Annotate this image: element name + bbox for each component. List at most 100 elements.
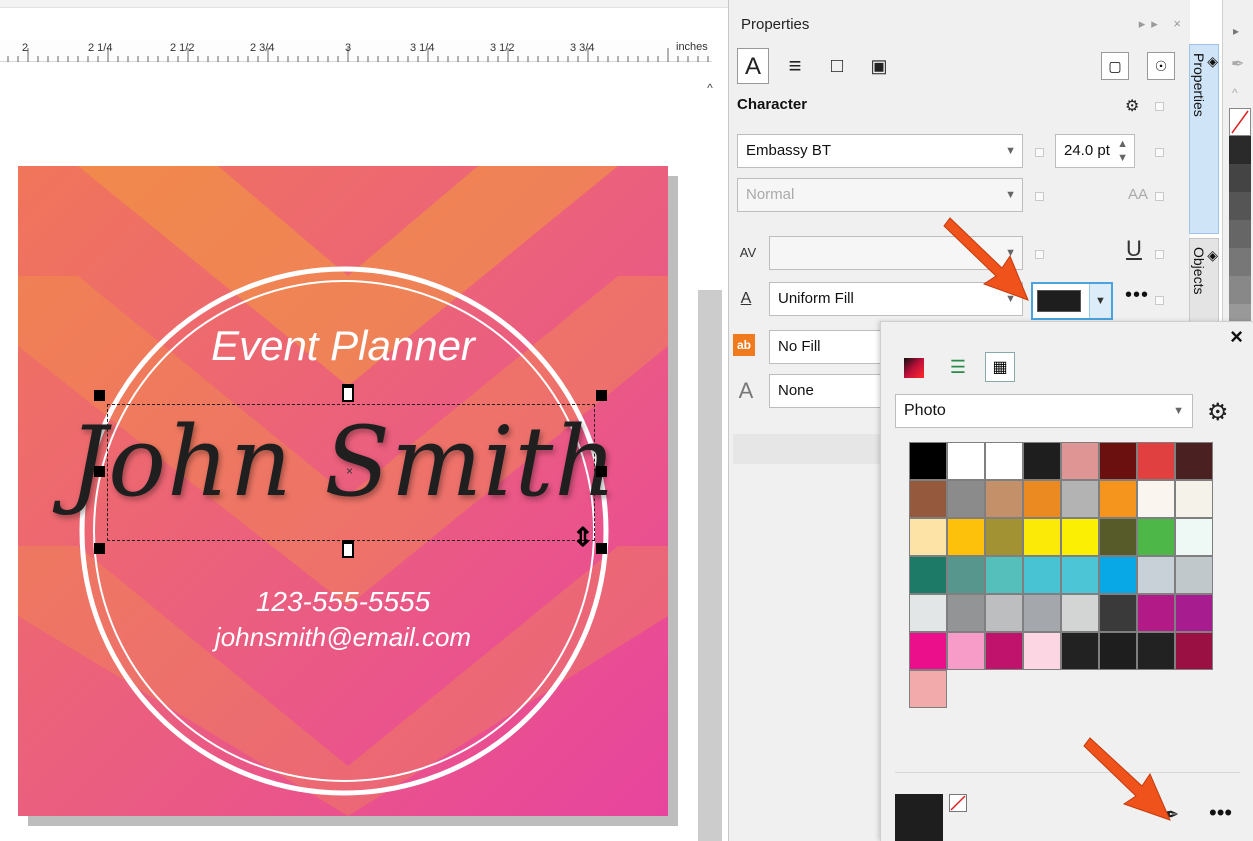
- color-swatch[interactable]: [1137, 518, 1175, 556]
- strip-color-swatch[interactable]: [1229, 220, 1251, 248]
- color-swatch[interactable]: [1023, 480, 1061, 518]
- fill-color-picker-button[interactable]: ▼: [1031, 282, 1113, 320]
- color-viewers-icon[interactable]: [899, 352, 929, 382]
- color-swatch[interactable]: [1175, 632, 1213, 670]
- checkbox[interactable]: [1155, 250, 1164, 259]
- color-swatch[interactable]: [1061, 556, 1099, 594]
- color-swatch[interactable]: [1137, 442, 1175, 480]
- color-swatch[interactable]: [1137, 480, 1175, 518]
- strip-color-swatch[interactable]: [1229, 192, 1251, 220]
- section-settings-icon[interactable]: ⚙: [1125, 96, 1139, 116]
- color-swatch[interactable]: [909, 670, 947, 708]
- color-swatch[interactable]: [985, 480, 1023, 518]
- checkbox[interactable]: [1155, 192, 1164, 201]
- resize-handle-top-right[interactable]: [596, 390, 607, 401]
- color-swatch[interactable]: [1023, 556, 1061, 594]
- color-swatch[interactable]: [1061, 594, 1099, 632]
- underline-icon[interactable]: U: [1121, 236, 1147, 262]
- gear-icon[interactable]: ⚙: [1207, 398, 1229, 427]
- chevron-up-icon[interactable]: ^: [1232, 86, 1238, 100]
- resize-handle-middle-right[interactable]: [596, 466, 607, 477]
- outline-select[interactable]: None: [769, 374, 889, 408]
- color-swatch[interactable]: [1099, 442, 1137, 480]
- strip-color-swatch[interactable]: [1229, 108, 1251, 136]
- strip-color-swatch[interactable]: [1229, 136, 1251, 164]
- palette-select[interactable]: Photo ▼: [895, 394, 1193, 428]
- color-swatch[interactable]: [1175, 480, 1213, 518]
- vertical-scrollbar[interactable]: [698, 290, 722, 841]
- kerning-handle-bottom[interactable]: [342, 540, 354, 558]
- color-swatch[interactable]: [947, 556, 985, 594]
- color-swatch[interactable]: [947, 594, 985, 632]
- font-family-select[interactable]: Embassy BT ▼: [737, 134, 1023, 168]
- tab-frame-icon[interactable]: □: [821, 48, 853, 84]
- strip-color-swatch[interactable]: [1229, 248, 1251, 276]
- vtab-properties[interactable]: ◈ Properties: [1189, 44, 1219, 234]
- tab-character-icon[interactable]: A: [737, 48, 769, 84]
- color-swatch[interactable]: [947, 518, 985, 556]
- scroll-up-icon[interactable]: ^: [700, 80, 720, 96]
- color-swatch[interactable]: [1175, 556, 1213, 594]
- all-caps-icon[interactable]: AA: [1125, 182, 1151, 208]
- resize-handle-top-left[interactable]: [94, 390, 105, 401]
- checkbox[interactable]: [1155, 148, 1164, 157]
- color-swatch[interactable]: [1023, 518, 1061, 556]
- color-swatch[interactable]: [1175, 594, 1213, 632]
- color-swatch[interactable]: [909, 594, 947, 632]
- panel-controls[interactable]: ▸▸ ×: [1139, 16, 1187, 32]
- more-options-icon[interactable]: •••: [1125, 284, 1149, 307]
- checkbox[interactable]: [1155, 296, 1164, 305]
- font-style-select[interactable]: Normal ▼: [737, 178, 1023, 212]
- line-spacing-handle-icon[interactable]: ⇕: [572, 522, 594, 553]
- tab-paragraph-icon[interactable]: ≡: [779, 48, 811, 84]
- close-icon[interactable]: ×: [1230, 324, 1243, 350]
- resize-handle-bottom-left[interactable]: [94, 543, 105, 554]
- frame-toggle-icon[interactable]: ▢: [1101, 52, 1129, 80]
- event-planner-title[interactable]: Event Planner: [18, 322, 668, 370]
- frame-options-icon[interactable]: ☉: [1147, 52, 1175, 80]
- color-swatch[interactable]: [985, 442, 1023, 480]
- color-swatch[interactable]: [909, 518, 947, 556]
- color-swatch[interactable]: [947, 480, 985, 518]
- resize-handle-middle-left[interactable]: [94, 466, 105, 477]
- color-swatch[interactable]: [909, 480, 947, 518]
- email-text[interactable]: johnsmith@email.com: [18, 622, 668, 653]
- color-swatch[interactable]: [1023, 594, 1061, 632]
- color-swatch[interactable]: [1061, 518, 1099, 556]
- chevron-right-icon[interactable]: ▸: [1233, 24, 1239, 38]
- color-swatch[interactable]: [985, 518, 1023, 556]
- eyedropper-icon[interactable]: ✒: [1231, 54, 1244, 74]
- checkbox[interactable]: [1035, 148, 1044, 157]
- color-swatch[interactable]: [1061, 442, 1099, 480]
- color-swatch[interactable]: [1137, 556, 1175, 594]
- color-swatch[interactable]: [909, 556, 947, 594]
- color-swatch[interactable]: [1099, 632, 1137, 670]
- resize-handle-bottom-right[interactable]: [596, 543, 607, 554]
- color-swatch[interactable]: [985, 594, 1023, 632]
- color-swatch[interactable]: [909, 442, 947, 480]
- color-swatch[interactable]: [985, 556, 1023, 594]
- color-swatch[interactable]: [1137, 594, 1175, 632]
- more-options-icon[interactable]: •••: [1209, 800, 1232, 826]
- color-swatch[interactable]: [985, 632, 1023, 670]
- color-swatch[interactable]: [1137, 632, 1175, 670]
- color-swatch[interactable]: [1175, 518, 1213, 556]
- color-swatch[interactable]: [1099, 518, 1137, 556]
- color-swatch[interactable]: [909, 632, 947, 670]
- color-swatch[interactable]: [1099, 480, 1137, 518]
- color-swatch[interactable]: [1023, 632, 1061, 670]
- color-swatch[interactable]: [947, 632, 985, 670]
- color-swatch[interactable]: [947, 442, 985, 480]
- strip-color-swatch[interactable]: [1229, 164, 1251, 192]
- tab-image-icon[interactable]: ▣: [863, 48, 895, 84]
- checkbox[interactable]: [1155, 102, 1164, 111]
- color-swatch[interactable]: [1061, 480, 1099, 518]
- chevron-down-icon[interactable]: ▼: [1089, 284, 1111, 318]
- color-sliders-icon[interactable]: ☰: [943, 352, 973, 382]
- color-swatch[interactable]: [1099, 594, 1137, 632]
- checkbox[interactable]: [1035, 192, 1044, 201]
- strip-color-swatch[interactable]: [1229, 276, 1251, 304]
- phone-text[interactable]: 123-555-5555: [18, 586, 668, 618]
- horizontal-ruler[interactable]: 2 2 1/4 2 1/2 2 3/4 3 3 1/4 3 1/2 3 3/4 …: [0, 40, 712, 62]
- color-swatch[interactable]: [1175, 442, 1213, 480]
